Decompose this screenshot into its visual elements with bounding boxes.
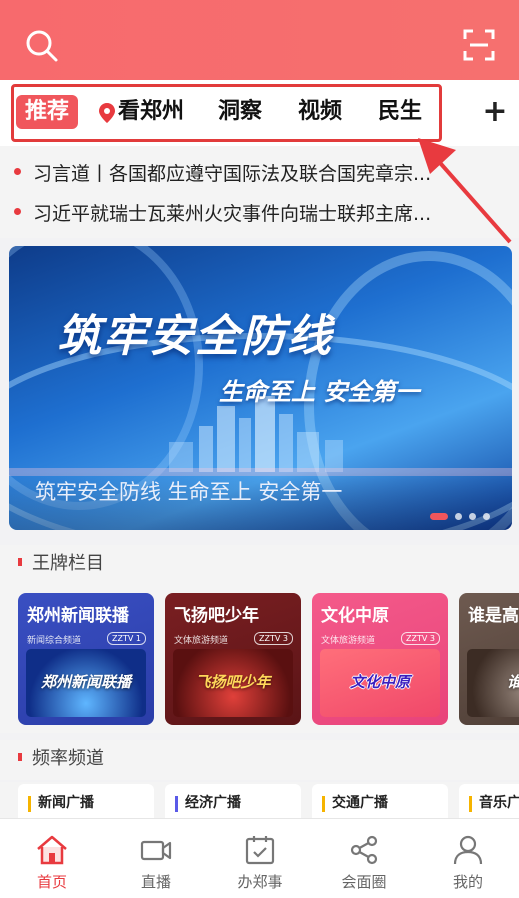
tab-video[interactable]: 视频 [298, 95, 342, 129]
card-channel: 文体旅游频道 [321, 636, 376, 646]
headline-item[interactable]: 习近平就瑞士瓦莱州火灾事件向瑞士联邦主席... [14, 199, 504, 229]
frequency-item[interactable]: 交通广播 [312, 784, 448, 822]
banner-carousel[interactable]: 筑牢安全防线 生命至上 安全第一 筑牢安全防线 生命至上 安全第一 [9, 246, 512, 530]
section-marker [18, 558, 22, 566]
tab-insight[interactable]: 洞察 [218, 95, 262, 129]
video-camera-icon [140, 840, 172, 861]
card-badge: ZZTV 3 [401, 632, 440, 645]
nav-profile[interactable]: 我的 [416, 819, 519, 898]
headline-text: 习近平就瑞士瓦莱州火灾事件向瑞士联邦主席... [33, 203, 432, 225]
channel-tab-bar: 推荐 看郑州 洞察 视频 民生 + [0, 80, 519, 146]
nav-community[interactable]: 会面圈 [312, 819, 416, 898]
card-thumbnail: 文化中原 [320, 649, 440, 717]
nav-label: 我的 [452, 873, 483, 891]
section-title: 频率频道 [32, 748, 104, 769]
nav-label: 会面圈 [341, 873, 387, 891]
home-icon [37, 835, 67, 865]
program-card[interactable]: 郑州新闻联播 新闻综合频道 ZZTV 1 郑州新闻联播 [18, 593, 154, 725]
card-title: 谁是高 [468, 606, 519, 626]
add-channel-button[interactable]: + [482, 95, 508, 129]
card-badge: ZZTV 3 [254, 632, 293, 645]
card-badge: ZZTV 1 [107, 632, 146, 645]
card-title: 飞扬吧少年 [174, 606, 259, 626]
carousel-dot [469, 513, 476, 520]
frequency-color-bar [175, 796, 178, 812]
banner-title: 筑牢安全防线 [57, 311, 333, 362]
bullet-dot [14, 208, 21, 215]
user-icon [453, 835, 483, 865]
bullet-dot [14, 168, 21, 175]
program-card[interactable]: 飞扬吧少年 文体旅游频道 ZZTV 3 飞扬吧少年 [165, 593, 301, 725]
frequency-color-bar [322, 796, 325, 812]
card-thumbnail: 飞扬吧少年 [173, 649, 293, 717]
frequency-color-bar [469, 796, 472, 812]
nav-label: 办郑事 [237, 873, 283, 891]
top-header [0, 0, 519, 80]
frequency-label: 经济广播 [185, 795, 241, 811]
frequency-channel-list: 新闻广播 经济广播 交通广播 音乐广 [0, 782, 519, 822]
card-channel: 新闻综合频道 [27, 636, 82, 646]
card-image-text: 飞扬吧少年 [195, 673, 271, 691]
frequency-item[interactable]: 音乐广 [459, 784, 519, 822]
scan-icon[interactable] [462, 28, 496, 62]
location-pin-icon [99, 103, 115, 123]
banner-subtitle: 生命至上 安全第一 [219, 378, 420, 406]
frequency-color-bar [28, 796, 31, 812]
carousel-dot [455, 513, 462, 520]
program-card[interactable]: 谁是高 谁是 [459, 593, 519, 725]
tab-recommend[interactable]: 推荐 [16, 95, 78, 129]
carousel-dot [483, 513, 490, 520]
headline-item[interactable]: 习言道丨各国都应遵守国际法及联合国宪章宗... [14, 159, 504, 189]
section-title: 王牌栏目 [32, 553, 104, 574]
frequency-item[interactable]: 经济广播 [165, 784, 301, 822]
frequency-label: 新闻广播 [38, 795, 94, 811]
card-channel: 文体旅游频道 [174, 636, 229, 646]
card-image-text: 郑州新闻联播 [40, 673, 131, 691]
banner-caption: 筑牢安全防线 生命至上 安全第一 [35, 480, 343, 504]
card-image-text: 文化中原 [349, 673, 410, 691]
featured-section-header: 王牌栏目 [0, 545, 519, 585]
headline-text: 习言道丨各国都应遵守国际法及联合国宪章宗... [33, 163, 432, 185]
carousel-dot-active [430, 513, 448, 520]
program-card[interactable]: 文化中原 文体旅游频道 ZZTV 3 文化中原 [312, 593, 448, 725]
headline-list: 习言道丨各国都应遵守国际法及联合国宪章宗... 习近平就瑞士瓦莱州火灾事件向瑞士… [0, 146, 519, 238]
frequency-section-header: 频率频道 [0, 740, 519, 780]
card-image-text: 谁是 [467, 671, 519, 692]
frequency-label: 交通广播 [332, 795, 388, 811]
calendar-check-icon [245, 836, 275, 865]
card-title: 郑州新闻联播 [27, 606, 129, 626]
featured-program-list: 郑州新闻联播 新闻综合频道 ZZTV 1 郑州新闻联播 飞扬吧少年 文体旅游频道… [0, 585, 519, 733]
card-title: 文化中原 [321, 606, 389, 626]
nav-live[interactable]: 直播 [104, 819, 208, 898]
frequency-label: 音乐广 [479, 795, 519, 811]
card-thumbnail: 郑州新闻联播 [26, 649, 146, 717]
tab-livelihood[interactable]: 民生 [378, 95, 422, 129]
section-marker [18, 753, 22, 761]
nav-label: 直播 [140, 873, 171, 891]
share-icon [350, 835, 378, 865]
tab-zhengzhou[interactable]: 看郑州 [118, 95, 184, 129]
bottom-navigation: 首页 直播 办郑事 会面圈 我的 [0, 818, 519, 898]
nav-services[interactable]: 办郑事 [208, 819, 312, 898]
search-icon[interactable] [24, 28, 60, 64]
nav-label: 首页 [36, 873, 67, 891]
card-thumbnail: 谁是 [467, 649, 519, 717]
frequency-item[interactable]: 新闻广播 [18, 784, 154, 822]
app-screen: 推荐 看郑州 洞察 视频 民生 + 习言道丨各国都应遵守国际法及联合国宪章宗..… [0, 0, 519, 898]
nav-home[interactable]: 首页 [0, 819, 104, 898]
